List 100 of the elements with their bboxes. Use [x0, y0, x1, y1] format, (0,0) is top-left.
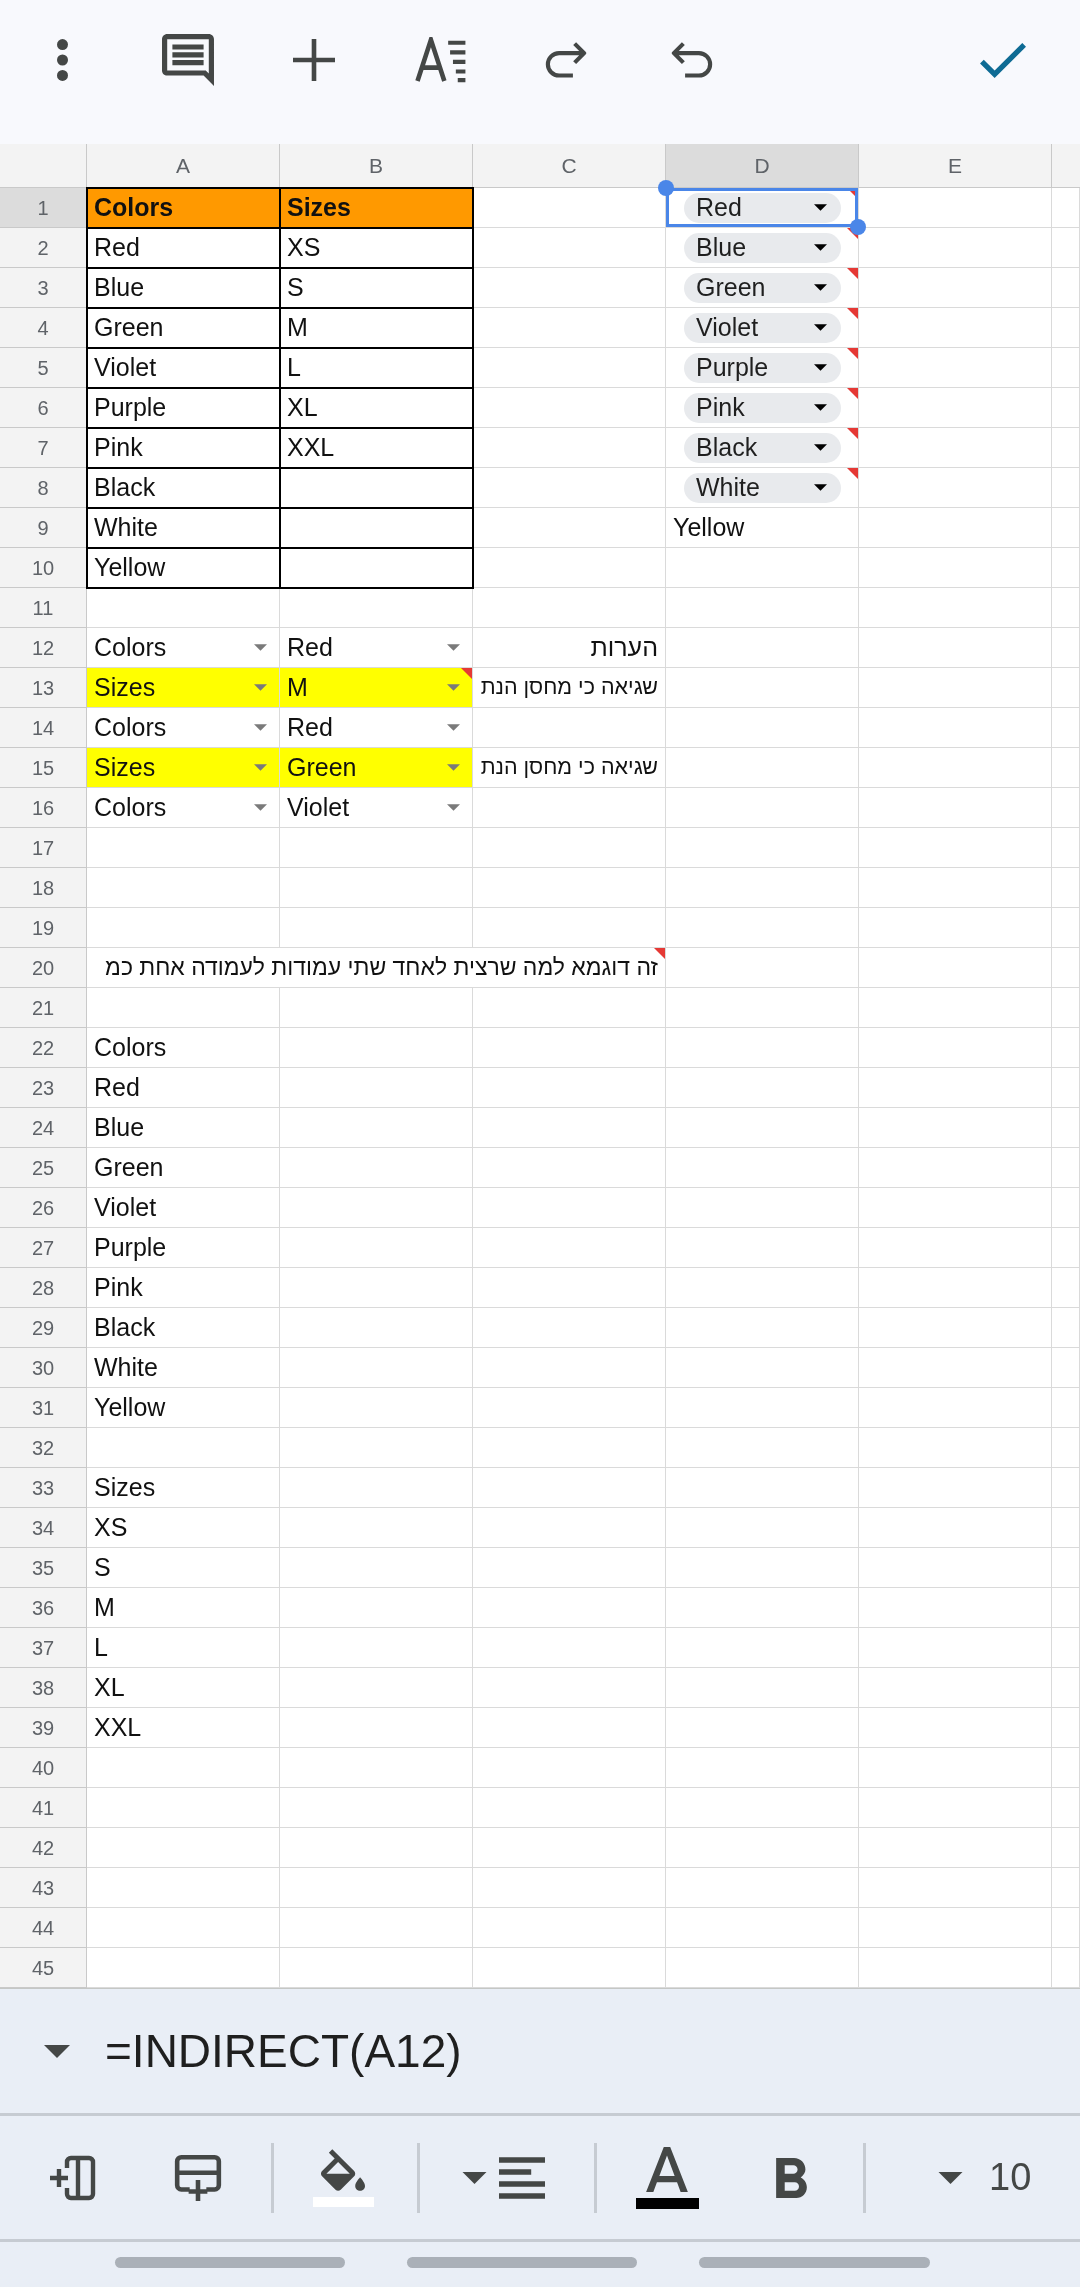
- cell-text: XS: [94, 1511, 128, 1543]
- dropdown-chip[interactable]: White: [684, 472, 841, 503]
- row-header[interactable]: 18: [0, 868, 87, 908]
- insert-column-icon: [47, 2153, 97, 2202]
- row-header[interactable]: 2: [0, 228, 87, 268]
- row-header[interactable]: 24: [0, 1108, 87, 1148]
- row-header[interactable]: 19: [0, 908, 87, 948]
- row-header[interactable]: 28: [0, 1268, 87, 1308]
- spreadsheet-cell: [1052, 468, 1080, 508]
- cell-text: Black: [94, 471, 156, 503]
- dropdown-field[interactable]: Sizes: [87, 668, 280, 708]
- row-header[interactable]: 16: [0, 788, 87, 828]
- row-header[interactable]: 10: [0, 548, 87, 588]
- row-header[interactable]: 27: [0, 1228, 87, 1268]
- dropdown-field[interactable]: M: [280, 668, 473, 708]
- row-header[interactable]: 41: [0, 1788, 87, 1828]
- spreadsheet-cell: [1052, 1468, 1080, 1508]
- caret-icon: [814, 204, 827, 211]
- row-header[interactable]: 6: [0, 388, 87, 428]
- caret-icon: [814, 444, 827, 451]
- row-header[interactable]: 12: [0, 628, 87, 668]
- row-header[interactable]: 8: [0, 468, 87, 508]
- row-header[interactable]: 37: [0, 1628, 87, 1668]
- column-header[interactable]: D: [666, 144, 859, 188]
- row-header[interactable]: 45: [0, 1948, 87, 1988]
- caret-icon: [814, 364, 827, 371]
- spreadsheet-cell: [1052, 1348, 1080, 1388]
- dropdown-chip[interactable]: Red: [684, 192, 841, 223]
- column-header[interactable]: E: [859, 144, 1052, 188]
- dropdown-chip[interactable]: Pink: [684, 392, 841, 423]
- font-size-button[interactable]: 10: [926, 2132, 1044, 2223]
- row-header[interactable]: 23: [0, 1068, 87, 1108]
- dropdown-field[interactable]: Sizes: [87, 748, 280, 788]
- row-header[interactable]: 5: [0, 348, 87, 388]
- column-header[interactable]: A: [87, 144, 280, 188]
- dropdown-chip[interactable]: Violet: [684, 312, 841, 343]
- cell-text: L: [94, 1631, 108, 1663]
- row-header[interactable]: 32: [0, 1428, 87, 1468]
- row-header[interactable]: 17: [0, 828, 87, 868]
- spreadsheet-cell: [1052, 948, 1080, 988]
- letter-a-icon: [646, 2146, 688, 2192]
- row-header[interactable]: 7: [0, 428, 87, 468]
- redo-icon: [545, 41, 587, 79]
- row-header[interactable]: 44: [0, 1908, 87, 1948]
- cell-text: S: [287, 271, 304, 303]
- dropdown-field[interactable]: Green: [280, 748, 473, 788]
- row-header[interactable]: 22: [0, 1028, 87, 1068]
- more-vertical-icon: [56, 39, 68, 81]
- spreadsheet-cell: [1052, 1148, 1080, 1188]
- row-header[interactable]: 42: [0, 1828, 87, 1868]
- row-header[interactable]: 4: [0, 308, 87, 348]
- row-header[interactable]: 20: [0, 948, 87, 988]
- caret-icon: [254, 724, 267, 731]
- cell-text: Violet: [94, 351, 157, 383]
- row-header[interactable]: 29: [0, 1308, 87, 1348]
- row-header[interactable]: 9: [0, 508, 87, 548]
- row-header[interactable]: 26: [0, 1188, 87, 1228]
- caret-icon[interactable]: [44, 2044, 70, 2058]
- spreadsheet-cell: [1052, 1548, 1080, 1588]
- dropdown-chip[interactable]: Black: [684, 432, 841, 463]
- row-header[interactable]: 13: [0, 668, 87, 708]
- row-header[interactable]: 25: [0, 1148, 87, 1188]
- dropdown-chip[interactable]: Blue: [684, 232, 841, 263]
- row-header[interactable]: 35: [0, 1548, 87, 1588]
- spreadsheet-cell: [1052, 268, 1080, 308]
- spreadsheet-cell: [1052, 1788, 1080, 1828]
- spreadsheet-cell: [1052, 228, 1080, 268]
- row-header[interactable]: 38: [0, 1668, 87, 1708]
- cell-text: Purple: [94, 1231, 167, 1263]
- dropdown-chip[interactable]: Purple: [684, 352, 841, 383]
- spreadsheet-cell: [1052, 1828, 1080, 1868]
- row-header[interactable]: 15: [0, 748, 87, 788]
- cell-text: Green: [94, 311, 164, 343]
- dropdown-chip[interactable]: Green: [684, 272, 841, 303]
- row-header[interactable]: 36: [0, 1588, 87, 1628]
- row-header[interactable]: 11: [0, 588, 87, 628]
- row-header[interactable]: 1: [0, 188, 87, 228]
- row-header[interactable]: 33: [0, 1468, 87, 1508]
- row-header[interactable]: 34: [0, 1508, 87, 1548]
- spreadsheet-cell: [1052, 548, 1080, 588]
- row-header[interactable]: 3: [0, 268, 87, 308]
- dropdown-field[interactable]: Violet: [280, 788, 473, 828]
- spreadsheet-cell: [1052, 188, 1080, 228]
- spreadsheet-cell: [1052, 388, 1080, 428]
- spreadsheet-cell: [1052, 828, 1080, 868]
- column-header[interactable]: B: [280, 144, 473, 188]
- row-header[interactable]: 40: [0, 1748, 87, 1788]
- row-header[interactable]: 31: [0, 1388, 87, 1428]
- dropdown-field[interactable]: Colors: [87, 788, 280, 828]
- insert-row-icon: [173, 2152, 223, 2203]
- caret-icon: [938, 2171, 963, 2184]
- row-header[interactable]: 30: [0, 1348, 87, 1388]
- row-header[interactable]: 39: [0, 1708, 87, 1748]
- row-header[interactable]: 21: [0, 988, 87, 1028]
- cell-text: M: [287, 311, 308, 343]
- column-header[interactable]: C: [473, 144, 666, 188]
- align-left-icon: [498, 2156, 545, 2199]
- caret-icon: [814, 484, 827, 491]
- row-header[interactable]: 43: [0, 1868, 87, 1908]
- row-header[interactable]: 14: [0, 708, 87, 748]
